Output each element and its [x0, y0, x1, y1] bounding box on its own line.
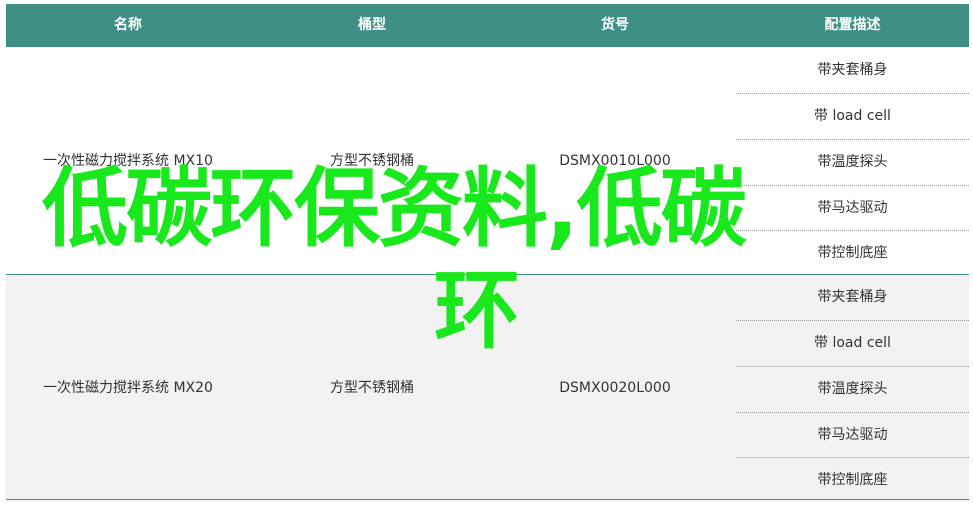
- product-type: 方型不锈钢桶: [330, 380, 414, 396]
- product-table: 名称 桶型 货号 配置描述 一次性磁力搅拌系统 MX10 方型不锈钢桶 DSMX…: [6, 4, 969, 502]
- config-item: 带 load cell: [814, 335, 891, 351]
- config-item: 带马达驱动: [817, 427, 888, 443]
- table-bottom-border: [6, 499, 969, 500]
- config-item: 带夹套桶身: [817, 62, 888, 78]
- config-item: 带控制底座: [817, 472, 888, 488]
- product-name: 一次性磁力搅拌系统 MX20: [43, 380, 213, 396]
- config-item: 带温度探头: [817, 154, 888, 170]
- config-item: 带温度探头: [817, 381, 888, 397]
- config-item: 带马达驱动: [817, 200, 888, 216]
- header-name: 名称: [114, 17, 142, 33]
- table-row: 一次性磁力搅拌系统 MX20 方型不锈钢桶 DSMX0020L000 带夹套桶身…: [6, 275, 969, 502]
- product-type: 方型不锈钢桶: [330, 153, 414, 169]
- header-config: 配置描述: [824, 17, 881, 33]
- table-header: 名称 桶型 货号 配置描述: [6, 4, 969, 47]
- config-list: 带夹套桶身 带 load cell 带温度探头 带马达驱动 带控制底座: [736, 48, 969, 275]
- product-sku: DSMX0010L000: [559, 153, 671, 169]
- product-sku: DSMX0020L000: [559, 380, 671, 396]
- product-name: 一次性磁力搅拌系统 MX10: [43, 153, 213, 169]
- config-item: 带 load cell: [814, 108, 891, 124]
- config-item: 带控制底座: [817, 245, 888, 261]
- header-type: 桶型: [358, 17, 386, 33]
- header-sku: 货号: [601, 17, 629, 33]
- config-item: 带夹套桶身: [817, 289, 888, 305]
- table-row: 一次性磁力搅拌系统 MX10 方型不锈钢桶 DSMX0010L000 带夹套桶身…: [6, 48, 969, 275]
- config-list: 带夹套桶身 带 load cell 带温度探头 带马达驱动 带控制底座: [736, 275, 969, 502]
